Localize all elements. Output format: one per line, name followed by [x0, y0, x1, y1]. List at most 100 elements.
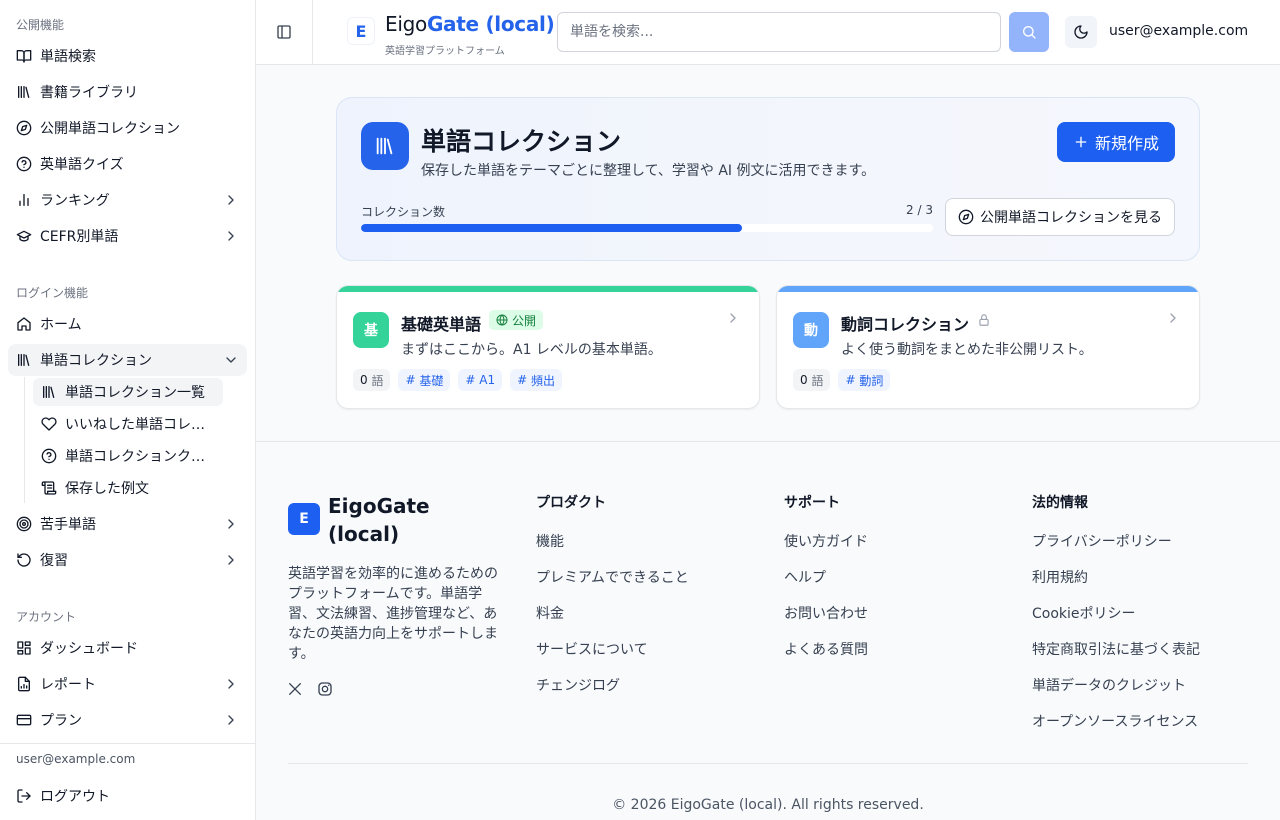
- sidebar-item-ranking[interactable]: ランキング: [8, 184, 247, 216]
- app-logo[interactable]: E: [348, 18, 374, 44]
- compass-icon: [958, 209, 974, 225]
- footer-link[interactable]: サービスについて: [536, 640, 689, 660]
- sidebar-subitem-liked-collections[interactable]: いいねした単語コレクション: [33, 410, 223, 438]
- chevron-right-icon: [725, 310, 741, 326]
- app-brand[interactable]: EigoGate (local): [385, 12, 555, 36]
- footer-column-legal: 法的情報 プライバシーポリシー 利用規約 Cookieポリシー 特定商取引法に基…: [1032, 492, 1200, 748]
- footer-brand: EigoGate (local): [328, 494, 430, 546]
- sidebar-item-word-quiz[interactable]: 英単語クイズ: [8, 148, 247, 180]
- footer-description: 英語学習を効率的に進めるためのプラットフォームです。単語学習、文法練習、進捗管理…: [288, 566, 498, 662]
- sidebar-user-email: user@example.com: [16, 752, 136, 766]
- progress-fill: [361, 224, 743, 232]
- footer-link[interactable]: Cookieポリシー: [1032, 604, 1200, 624]
- help-circle-icon: [16, 156, 32, 172]
- collection-count-label: コレクション数: [361, 205, 446, 219]
- tag-chip[interactable]: # 頻出: [510, 369, 562, 391]
- sidebar-subitem-label: 単語コレクションクイズ: [65, 449, 215, 465]
- sidebar-subitem-label: いいねした単語コレクション: [65, 417, 215, 433]
- sidebar-item-weak-words[interactable]: 苦手単語: [8, 508, 247, 540]
- sidebar-subitem-label: 単語コレクション一覧: [65, 385, 205, 401]
- library-icon: [361, 122, 409, 170]
- sidebar-item-label: 苦手単語: [40, 517, 96, 533]
- collection-card[interactable]: 動 動詞コレクション よく使う動詞をまとめた非公開リスト。 0 語 # 動詞: [776, 285, 1200, 409]
- tag-label: A1: [479, 373, 496, 387]
- tag-chip[interactable]: # A1: [458, 369, 503, 391]
- sidebar-subitem-label: 保存した例文: [65, 481, 149, 497]
- footer-divider: [288, 763, 1248, 764]
- search-button[interactable]: [1009, 12, 1049, 52]
- sidebar-item-word-collections[interactable]: 単語コレクション: [8, 344, 247, 376]
- footer-link[interactable]: 利用規約: [1032, 568, 1200, 588]
- heart-icon: [41, 416, 57, 432]
- section-label-public: 公開機能: [16, 18, 65, 32]
- footer-link[interactable]: プレミアムでできること: [536, 568, 689, 588]
- sidebar-item-public-collections[interactable]: 公開単語コレクション: [8, 112, 247, 144]
- library-icon: [16, 352, 32, 368]
- header-user-email[interactable]: user@example.com: [1109, 23, 1248, 39]
- theme-toggle-button[interactable]: [1065, 16, 1097, 48]
- card-avatar: 動: [793, 312, 829, 348]
- app-tagline: 英語学習プラットフォーム: [385, 46, 505, 57]
- sidebar-toggle-button[interactable]: [256, 0, 313, 64]
- footer-link[interactable]: よくある質問: [784, 640, 868, 660]
- footer-logo[interactable]: E: [288, 503, 320, 535]
- view-public-collections-button[interactable]: 公開単語コレクションを見る: [945, 198, 1175, 236]
- card-title: 基礎英単語: [401, 315, 482, 334]
- footer-link[interactable]: 機能: [536, 532, 689, 552]
- sidebar-item-label: 書籍ライブラリ: [40, 85, 138, 101]
- footer-link[interactable]: 特定商取引法に基づく表記: [1032, 640, 1200, 660]
- word-count-unit: 語: [811, 373, 824, 388]
- sidebar-subitem-collection-list[interactable]: 単語コレクション一覧: [33, 378, 223, 406]
- word-count-badge: 0 語: [793, 369, 831, 391]
- submenu-guide-line: [24, 377, 25, 503]
- bar-chart-icon: [16, 192, 32, 208]
- chevron-right-icon: [223, 192, 239, 208]
- footer-link[interactable]: チェンジログ: [536, 676, 689, 696]
- panel-left-icon: [276, 24, 292, 40]
- footer-link[interactable]: 使い方ガイド: [784, 532, 868, 552]
- globe-icon: [496, 314, 508, 326]
- sidebar-item-report[interactable]: レポート: [8, 668, 247, 700]
- create-collection-button[interactable]: 新規作成: [1057, 122, 1175, 162]
- footer-copyright: © 2026 EigoGate (local). All rights rese…: [612, 797, 924, 813]
- footer-link[interactable]: 単語データのクレジット: [1032, 676, 1200, 696]
- instagram-icon[interactable]: [317, 681, 333, 697]
- sidebar-item-label: プラン: [40, 713, 82, 729]
- footer-link[interactable]: プライバシーポリシー: [1032, 532, 1200, 552]
- sidebar-item-plan[interactable]: プラン: [8, 704, 247, 736]
- footer-link[interactable]: オープンソースライセンス: [1032, 712, 1200, 732]
- sidebar-item-label: 単語検索: [40, 49, 96, 65]
- sidebar-item-label: レポート: [40, 677, 96, 693]
- footer-link[interactable]: 料金: [536, 604, 689, 624]
- lock-icon: [977, 313, 991, 327]
- section-label-login: ログイン機能: [16, 286, 89, 300]
- scroll-icon: [41, 480, 57, 496]
- sidebar-subitem-collection-quiz[interactable]: 単語コレクションクイズ: [33, 442, 223, 470]
- logout-button[interactable]: ログアウト: [8, 780, 247, 812]
- sidebar-item-cefr-words[interactable]: CEFR別単語: [8, 220, 247, 252]
- search-input[interactable]: [557, 12, 1001, 52]
- tag-chip[interactable]: # 基礎: [398, 369, 451, 391]
- help-circle-icon: [41, 448, 57, 464]
- sidebar-item-word-search[interactable]: 単語検索: [8, 40, 247, 72]
- sidebar-item-book-library[interactable]: 書籍ライブラリ: [8, 76, 247, 108]
- footer-link[interactable]: ヘルプ: [784, 568, 868, 588]
- logout-label: ログアウト: [40, 789, 110, 805]
- search-icon: [1021, 24, 1037, 40]
- tag-label: 頻出: [530, 373, 555, 388]
- sidebar-item-review[interactable]: 復習: [8, 544, 247, 576]
- library-icon: [41, 384, 57, 400]
- sidebar-item-label: 単語コレクション: [40, 353, 152, 369]
- collection-card[interactable]: 基 基礎英単語 公開 まずはここから。A1 レベルの基本単語。 0 語 # 基礎…: [336, 285, 760, 409]
- chevron-right-icon: [1165, 310, 1181, 326]
- sidebar: 公開機能 単語検索 書籍ライブラリ 公開単語コレクション 英単語クイズ ランキン…: [0, 0, 256, 820]
- sidebar-subitem-saved-examples[interactable]: 保存した例文: [33, 474, 223, 502]
- sidebar-item-home[interactable]: ホーム: [8, 308, 247, 340]
- sidebar-item-dashboard[interactable]: ダッシュボード: [8, 632, 247, 664]
- target-icon: [16, 516, 32, 532]
- tag-chip[interactable]: # 動詞: [838, 369, 891, 391]
- card-tags: 0 語 # 基礎 # A1 # 頻出: [353, 369, 562, 391]
- footer-link[interactable]: お問い合わせ: [784, 604, 868, 624]
- x-twitter-icon[interactable]: [287, 681, 303, 697]
- card-accent-bar: [337, 286, 759, 292]
